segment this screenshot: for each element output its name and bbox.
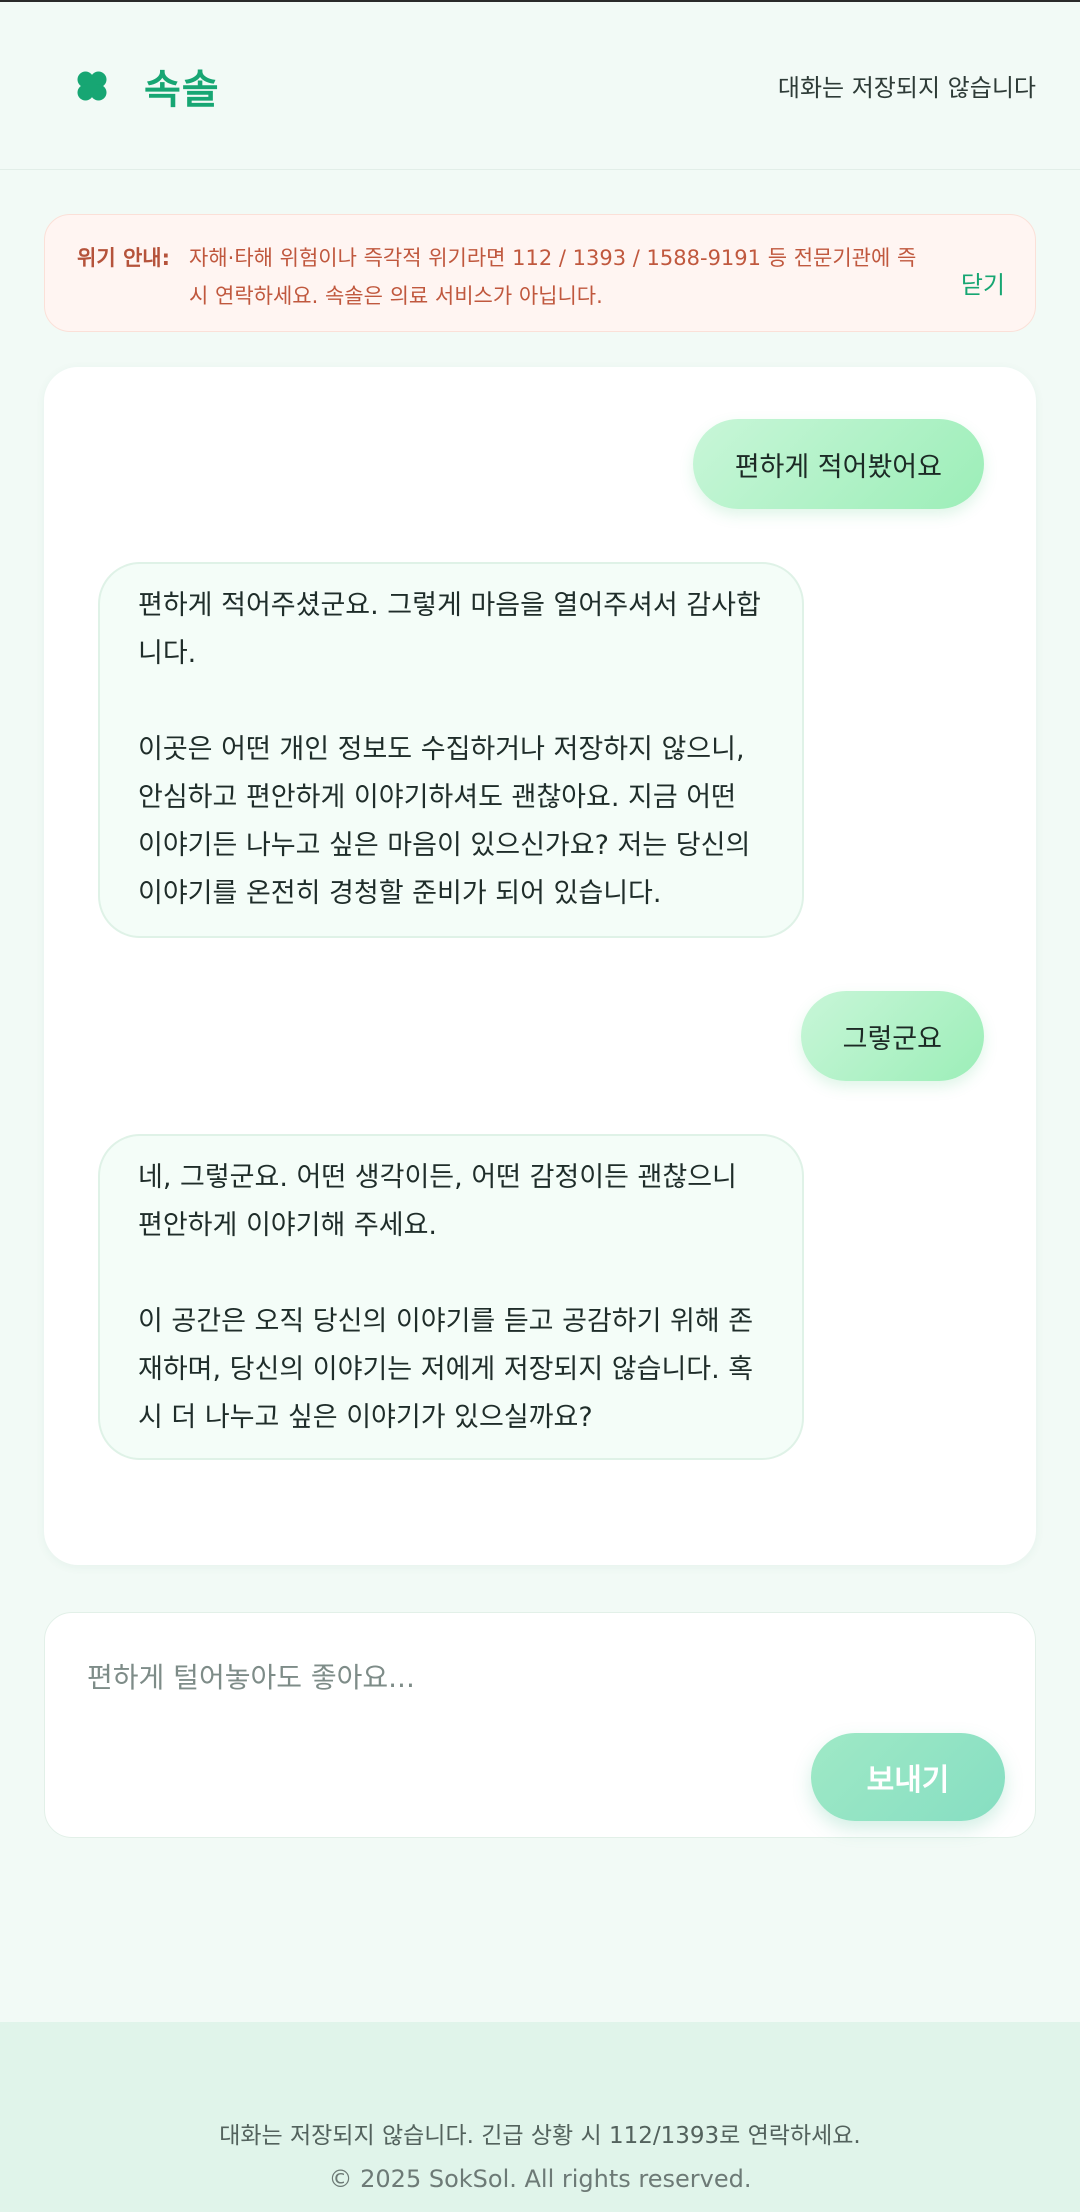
app-header: 속솔 대화는 저장되지 않습니다 bbox=[0, 2, 1080, 170]
bot-message: 네, 그렇군요. 어떤 생각이든, 어떤 감정이든 괜찮으니 편안하게 이야기해… bbox=[98, 1134, 804, 1460]
chat-panel[interactable]: 편하게 적어봤어요 편하게 적어주셨군요. 그렇게 마음을 열어주셔서 감사합니… bbox=[44, 367, 1036, 1565]
clover-icon bbox=[77, 71, 107, 100]
message-input[interactable] bbox=[87, 1653, 987, 1701]
crisis-label: 위기 안내: bbox=[77, 246, 170, 270]
user-message: 편하게 적어봤어요 bbox=[692, 419, 984, 509]
user-message: 그렇군요 bbox=[800, 991, 984, 1081]
brand[interactable]: 속솔 bbox=[72, 57, 220, 115]
footer-note: 대화는 저장되지 않습니다. 긴급 상황 시 112/1393로 연락하세요. bbox=[219, 2123, 861, 2149]
send-button[interactable]: 보내기 bbox=[811, 1733, 1005, 1821]
crisis-close-button[interactable]: 닫기 bbox=[961, 239, 1005, 331]
crisis-banner: 위기 안내: 자해·타해 위험이나 즉각적 위기라면 112 / 1393 / … bbox=[44, 214, 1036, 332]
page-footer: 대화는 저장되지 않습니다. 긴급 상황 시 112/1393로 연락하세요. … bbox=[0, 2022, 1080, 2212]
brand-name: 속솔 bbox=[144, 66, 220, 113]
footer-copyright: © 2025 SokSol. All rights reserved. bbox=[328, 2165, 752, 2193]
privacy-note: 대화는 저장되지 않습니다 bbox=[777, 74, 1036, 102]
message-composer: 보내기 bbox=[44, 1612, 1036, 1838]
bot-message: 편하게 적어주셨군요. 그렇게 마음을 열어주셔서 감사합니다. 이곳은 어떤 … bbox=[98, 562, 804, 938]
crisis-text: 자해·타해 위험이나 즉각적 위기라면 112 / 1393 / 1588-91… bbox=[189, 246, 917, 308]
